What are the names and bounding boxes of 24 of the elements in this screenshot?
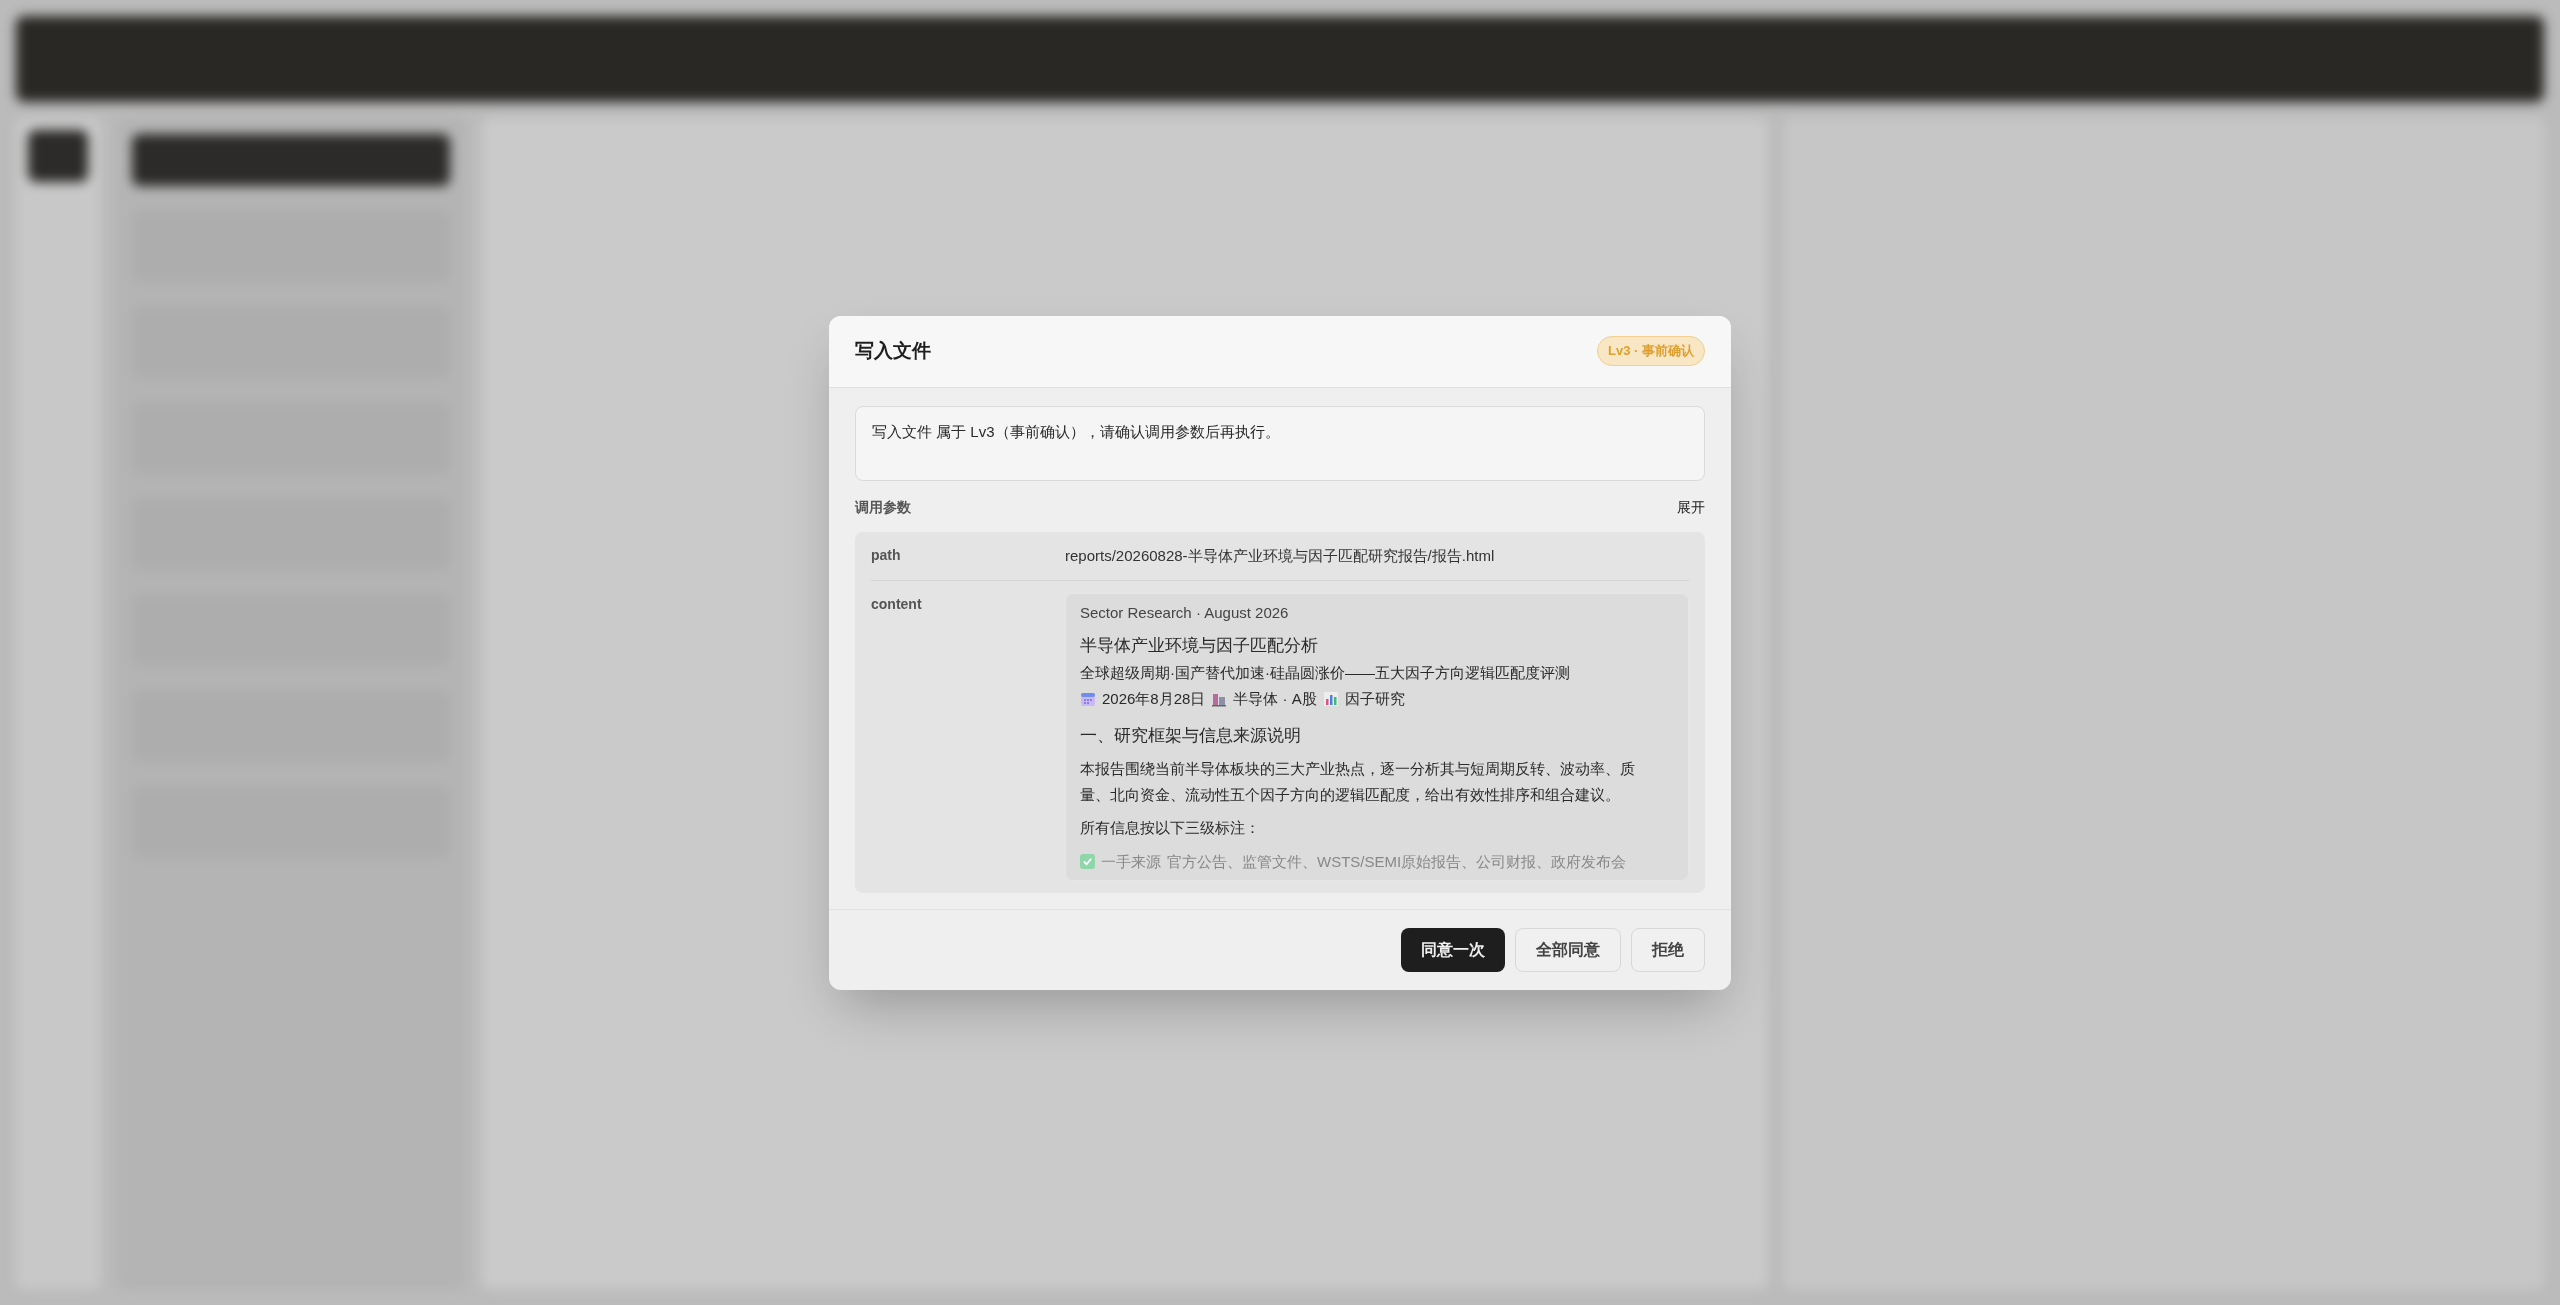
source-text: 官方公告、监管文件、WSTS/SEMI原始报告、公司财报、政府发布会 — [1167, 851, 1627, 872]
document-note: 所有信息按以下三级标注： — [1080, 817, 1261, 838]
action-button[interactable]: 同意一次 — [1401, 927, 1505, 972]
calendar-icon — [1080, 690, 1096, 707]
notice-box: 写入文件 属于 Lv3（事前确认），请确认调用参数后再执行。 — [855, 405, 1705, 481]
expand-link[interactable]: 展开 — [1677, 496, 1705, 518]
section-heading: 一、研究框架与信息来源说明 — [1080, 724, 1302, 747]
action-button[interactable]: 拒绝 — [1631, 927, 1705, 972]
document-subtitle: 全球超级周期·国产替代加速·硅晶圆涨价——五大因子方向逻辑匹配度评测 — [1080, 662, 1571, 683]
document-meta: 半导体 · A股 — [1233, 688, 1317, 709]
document-kicker: Sector Research · August 2026 — [1080, 602, 1290, 623]
document-title: 半导体产业环境与因子匹配分析 — [1080, 634, 1319, 657]
bar-chart-icon — [1322, 690, 1339, 707]
param-value: reports/20260828-半导体产业环境与因子匹配研究报告/报告.html — [1065, 546, 1495, 564]
source-label: 一手来源 — [1101, 851, 1161, 872]
document-meta: 2026年8月28日 — [1102, 688, 1206, 709]
section-label: 调用参数 — [855, 497, 911, 517]
document-paragraph: 本报告围绕当前半导体板块的三大产业热点，逐一分析其与短周期反转、波动率、质量、北向资金、流动性五个因子方向的逻辑匹配度，给出有效性排序和组合建议。 — [1080, 758, 1636, 805]
action-button[interactable]: 全部同意 — [1515, 927, 1621, 972]
dialog-title: 写入文件 — [855, 338, 931, 363]
param-key: content — [871, 592, 1065, 881]
level-badge: Lv3 · 事前确认 — [1597, 336, 1705, 366]
document-meta: 因子研究 — [1344, 688, 1405, 709]
param-key: path — [871, 543, 1065, 568]
